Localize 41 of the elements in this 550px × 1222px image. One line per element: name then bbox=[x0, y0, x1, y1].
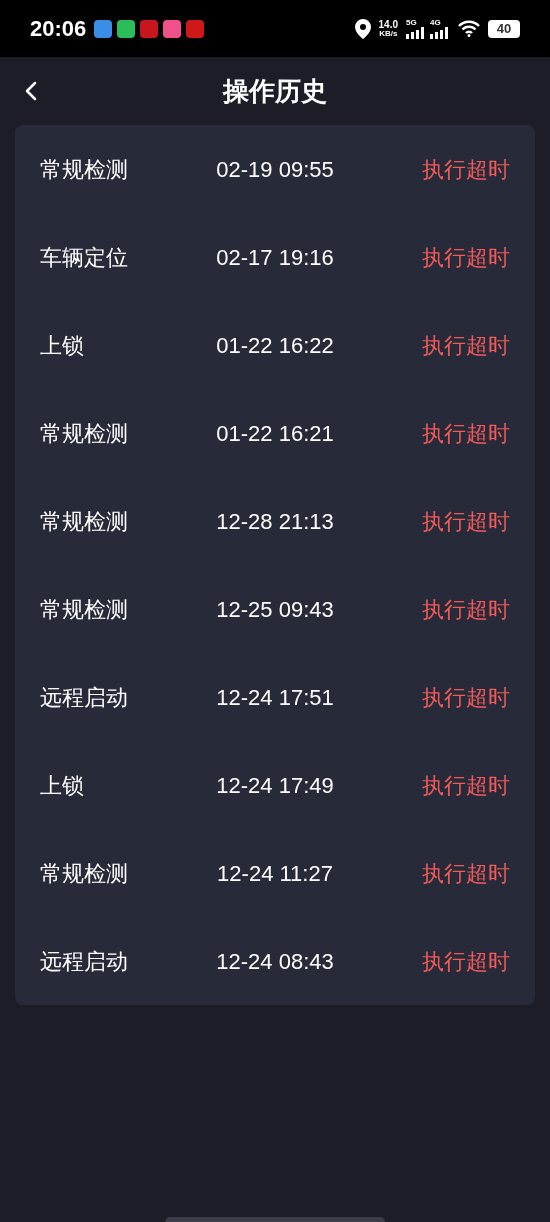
action-time: 02-19 09:55 bbox=[215, 155, 335, 184]
page-title: 操作历史 bbox=[223, 74, 327, 108]
network-label: 4G bbox=[430, 18, 441, 27]
action-time: 02-17 19:16 bbox=[215, 243, 335, 272]
signal-icon bbox=[430, 26, 450, 39]
action-time: 01-22 16:21 bbox=[215, 419, 335, 448]
action-name: 上锁 bbox=[40, 331, 85, 360]
wifi-icon bbox=[458, 20, 480, 37]
action-name: 常规检测 bbox=[40, 507, 129, 536]
action-time: 12-24 08:43 bbox=[215, 947, 335, 976]
result-status: 执行超时 bbox=[421, 507, 510, 536]
action-name: 上锁 bbox=[40, 771, 85, 800]
speed-unit: KB/s bbox=[379, 29, 398, 38]
result-status: 执行超时 bbox=[421, 155, 510, 184]
action-time: 12-24 11:27 bbox=[216, 859, 334, 888]
action-time: 12-24 17:51 bbox=[215, 683, 335, 712]
location-icon bbox=[354, 18, 371, 39]
result-status: 执行超时 bbox=[421, 683, 510, 712]
action-time: 12-24 17:49 bbox=[215, 771, 335, 800]
network-label: 5G bbox=[406, 18, 417, 27]
action-name: 常规检测 bbox=[40, 155, 129, 184]
action-name: 车辆定位 bbox=[40, 243, 129, 272]
action-time: 12-25 09:43 bbox=[215, 595, 335, 624]
battery-icon: 40 bbox=[488, 19, 520, 38]
result-status: 执行超时 bbox=[421, 331, 510, 360]
action-name: 常规检测 bbox=[40, 419, 129, 448]
action-name: 远程启动 bbox=[40, 683, 129, 712]
signal-icon bbox=[406, 26, 426, 39]
action-time: 01-22 16:22 bbox=[215, 331, 335, 360]
network-speed: 14.0 bbox=[378, 19, 398, 30]
action-name: 常规检测 bbox=[40, 595, 129, 624]
result-status: 执行超时 bbox=[421, 771, 510, 800]
status-time: 20:06 bbox=[30, 15, 87, 43]
action-time: 12-28 21:13 bbox=[215, 507, 335, 536]
action-name: 常规检测 bbox=[40, 859, 129, 888]
result-status: 执行超时 bbox=[421, 947, 510, 976]
action-name: 远程启动 bbox=[40, 947, 129, 976]
result-status: 执行超时 bbox=[421, 243, 510, 272]
result-status: 执行超时 bbox=[421, 595, 510, 624]
result-status: 执行超时 bbox=[421, 859, 510, 888]
result-status: 执行超时 bbox=[421, 419, 510, 448]
